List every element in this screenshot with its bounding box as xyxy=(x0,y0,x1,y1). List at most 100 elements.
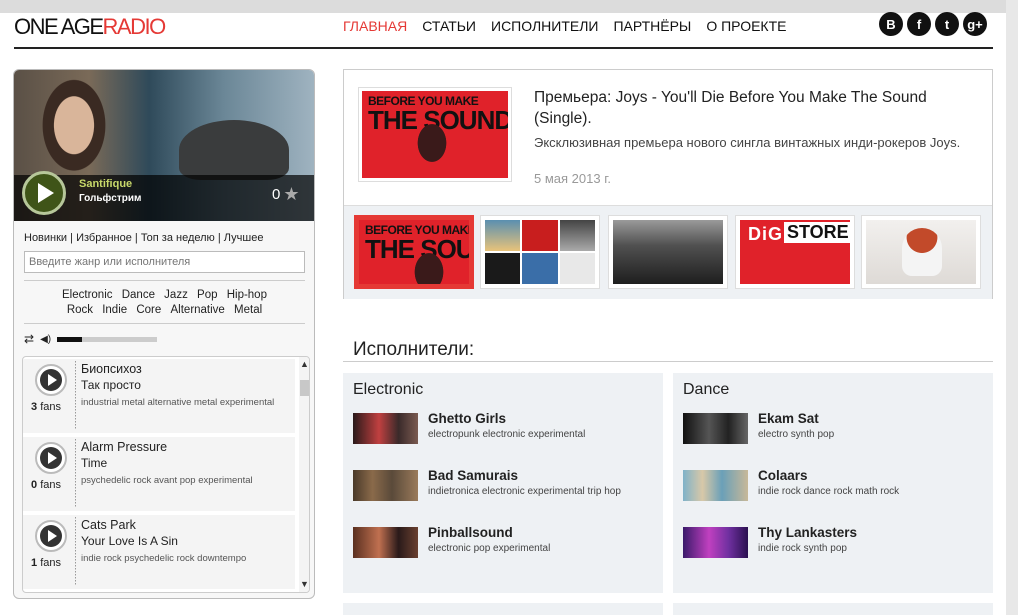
genre-electronic[interactable]: Electronic xyxy=(62,289,113,301)
track-title: Time xyxy=(81,456,108,470)
playlist: 3 fans Биопсихоз Так просто industrial m… xyxy=(22,356,310,593)
vk-icon[interactable]: B xyxy=(879,12,903,36)
list-item[interactable]: 3 fans Биопсихоз Так просто industrial m… xyxy=(23,359,295,433)
artist-item[interactable]: Bad Samurais indietronica electronic exp… xyxy=(353,468,653,508)
artist-item[interactable]: Colaars indie rock dance rock math rock xyxy=(683,468,983,508)
fans-count: 1 fans xyxy=(31,557,61,569)
artist-tags: indie rock synth pop xyxy=(758,543,847,554)
thumbnail-3[interactable] xyxy=(608,215,728,289)
divider xyxy=(24,280,305,281)
now-playing-artist[interactable]: Santifique xyxy=(79,178,132,190)
volume-slider[interactable] xyxy=(57,336,158,342)
genre-box-title[interactable]: Electronic xyxy=(353,381,423,399)
header-divider xyxy=(14,47,993,49)
artist-thumbnail[interactable] xyxy=(683,470,748,501)
nav-about[interactable]: О ПРОЕКТЕ xyxy=(706,18,786,34)
genre-filter: Electronic Dance Jazz Pop Hip-hop Rock I… xyxy=(24,288,305,318)
track-artist[interactable]: Биопсихоз xyxy=(81,362,142,376)
artist-thumbnail[interactable] xyxy=(353,413,418,444)
thumbnail-4[interactable]: DiG STORE xyxy=(735,215,855,289)
track-tags: indie rock psychedelic rock downtempo xyxy=(81,553,247,564)
genre-box-title[interactable]: Dance xyxy=(683,381,729,399)
scrollbar-thumb[interactable] xyxy=(300,380,309,396)
genre-core[interactable]: Core xyxy=(136,304,161,316)
featured-description: Эксклюзивная премьера нового сингла винт… xyxy=(534,135,961,150)
rating-count: 0 xyxy=(272,186,281,203)
genre-pop[interactable]: Pop xyxy=(197,289,217,301)
genre-box-next xyxy=(343,603,663,615)
player-panel: Santifique Гольфстрим 0 ★ Новинки | Избр… xyxy=(13,69,315,599)
artist-photo xyxy=(34,78,114,183)
nav-artists[interactable]: ИСПОЛНИТЕЛИ xyxy=(491,18,598,34)
tab-top-week[interactable]: Топ за неделю xyxy=(141,232,215,244)
artist-tags: electropunk electronic experimental xyxy=(428,429,586,440)
featured-post: BEFORE YOU MAKE THE SOUND Премьера: Joys… xyxy=(343,69,993,299)
genre-rock[interactable]: Rock xyxy=(67,304,93,316)
tab-best[interactable]: Лучшее xyxy=(224,232,264,244)
artist-thumbnail[interactable] xyxy=(683,413,748,444)
thumbnail-1[interactable]: BEFORE YOU MAKE THE SOUND xyxy=(354,215,474,289)
genre-dance[interactable]: Dance xyxy=(122,289,155,301)
thumbnail-5[interactable] xyxy=(861,215,981,289)
tab-favorites[interactable]: Избранное xyxy=(76,232,132,244)
artist-thumbnail[interactable] xyxy=(353,527,418,558)
artist-thumbnail[interactable] xyxy=(353,470,418,501)
genre-hip-hop[interactable]: Hip-hop xyxy=(227,289,267,301)
featured-thumbnails: BEFORE YOU MAKE THE SOUND DiG STORE xyxy=(344,205,992,299)
artist-item[interactable]: Thy Lankasters indie rock synth pop xyxy=(683,525,983,565)
divider xyxy=(75,361,76,429)
nav-home[interactable]: ГЛАВНАЯ xyxy=(343,18,407,34)
genre-indie[interactable]: Indie xyxy=(102,304,127,316)
artist-name[interactable]: Thy Lankasters xyxy=(758,525,857,540)
play-track-button[interactable] xyxy=(35,364,67,396)
artist-name[interactable]: Ghetto Girls xyxy=(428,411,506,426)
artist-name[interactable]: Bad Samurais xyxy=(428,468,518,483)
tab-new[interactable]: Новинки xyxy=(24,232,67,244)
list-item[interactable]: 1 fans Cats Park Your Love Is A Sin indi… xyxy=(23,515,295,589)
divider xyxy=(24,323,305,324)
divider xyxy=(75,517,76,585)
track-tags: psychedelic rock avant pop experimental xyxy=(81,475,253,486)
featured-cover[interactable]: BEFORE YOU MAKE THE SOUND xyxy=(358,87,512,182)
facebook-icon[interactable]: f xyxy=(907,12,931,36)
scroll-up-icon[interactable]: ▲ xyxy=(300,359,309,369)
site-logo[interactable]: ONE AGERADIO xyxy=(14,14,166,40)
play-track-button[interactable] xyxy=(35,520,67,552)
search-input[interactable] xyxy=(24,251,305,273)
artist-tags: indietronica electronic experimental tri… xyxy=(428,486,621,497)
play-track-button[interactable] xyxy=(35,442,67,474)
scroll-down-icon[interactable]: ▼ xyxy=(300,579,309,589)
shuffle-icon[interactable]: ⇄ xyxy=(24,332,34,346)
artist-name[interactable]: Colaars xyxy=(758,468,808,483)
track-title: Your Love Is A Sin xyxy=(81,534,178,548)
genre-box-next xyxy=(673,603,993,615)
thumb-store-text: STORE xyxy=(784,222,850,243)
nav-articles[interactable]: СТАТЬИ xyxy=(422,18,476,34)
track-artist[interactable]: Cats Park xyxy=(81,518,136,532)
social-links: B f t g+ xyxy=(879,12,987,36)
star-icon[interactable]: ★ xyxy=(283,184,299,205)
genre-jazz[interactable]: Jazz xyxy=(164,289,188,301)
list-item[interactable]: 0 fans Alarm Pressure Time psychedelic r… xyxy=(23,437,295,511)
artist-name[interactable]: Pinballsound xyxy=(428,525,513,540)
artist-item[interactable]: Ekam Sat electro synth pop xyxy=(683,411,983,451)
artist-thumbnail[interactable] xyxy=(683,527,748,558)
genre-alternative[interactable]: Alternative xyxy=(171,304,225,316)
play-button[interactable] xyxy=(22,171,66,215)
artist-item[interactable]: Pinballsound electronic pop experimental xyxy=(353,525,653,565)
google-plus-icon[interactable]: g+ xyxy=(963,12,987,36)
artist-item[interactable]: Ghetto Girls electropunk electronic expe… xyxy=(353,411,653,451)
rating: 0 ★ xyxy=(272,184,299,205)
player-controls: ⇄ ◀) xyxy=(24,332,158,346)
artist-name[interactable]: Ekam Sat xyxy=(758,411,819,426)
playlist-scrollbar[interactable]: ▲ ▼ xyxy=(299,357,309,592)
genre-metal[interactable]: Metal xyxy=(234,304,262,316)
twitter-icon[interactable]: t xyxy=(935,12,959,36)
nav-partners[interactable]: ПАРТНЁРЫ xyxy=(613,18,691,34)
featured-title[interactable]: Премьера: Joys - You'll Die Before You M… xyxy=(534,87,984,129)
thumbnail-2[interactable] xyxy=(480,215,600,289)
volume-icon[interactable]: ◀) xyxy=(40,334,51,345)
featured-date: 5 мая 2013 г. xyxy=(534,171,611,186)
main-nav: ГЛАВНАЯ СТАТЬИ ИСПОЛНИТЕЛИ ПАРТНЁРЫ О ПР… xyxy=(343,18,786,34)
track-artist[interactable]: Alarm Pressure xyxy=(81,440,167,454)
